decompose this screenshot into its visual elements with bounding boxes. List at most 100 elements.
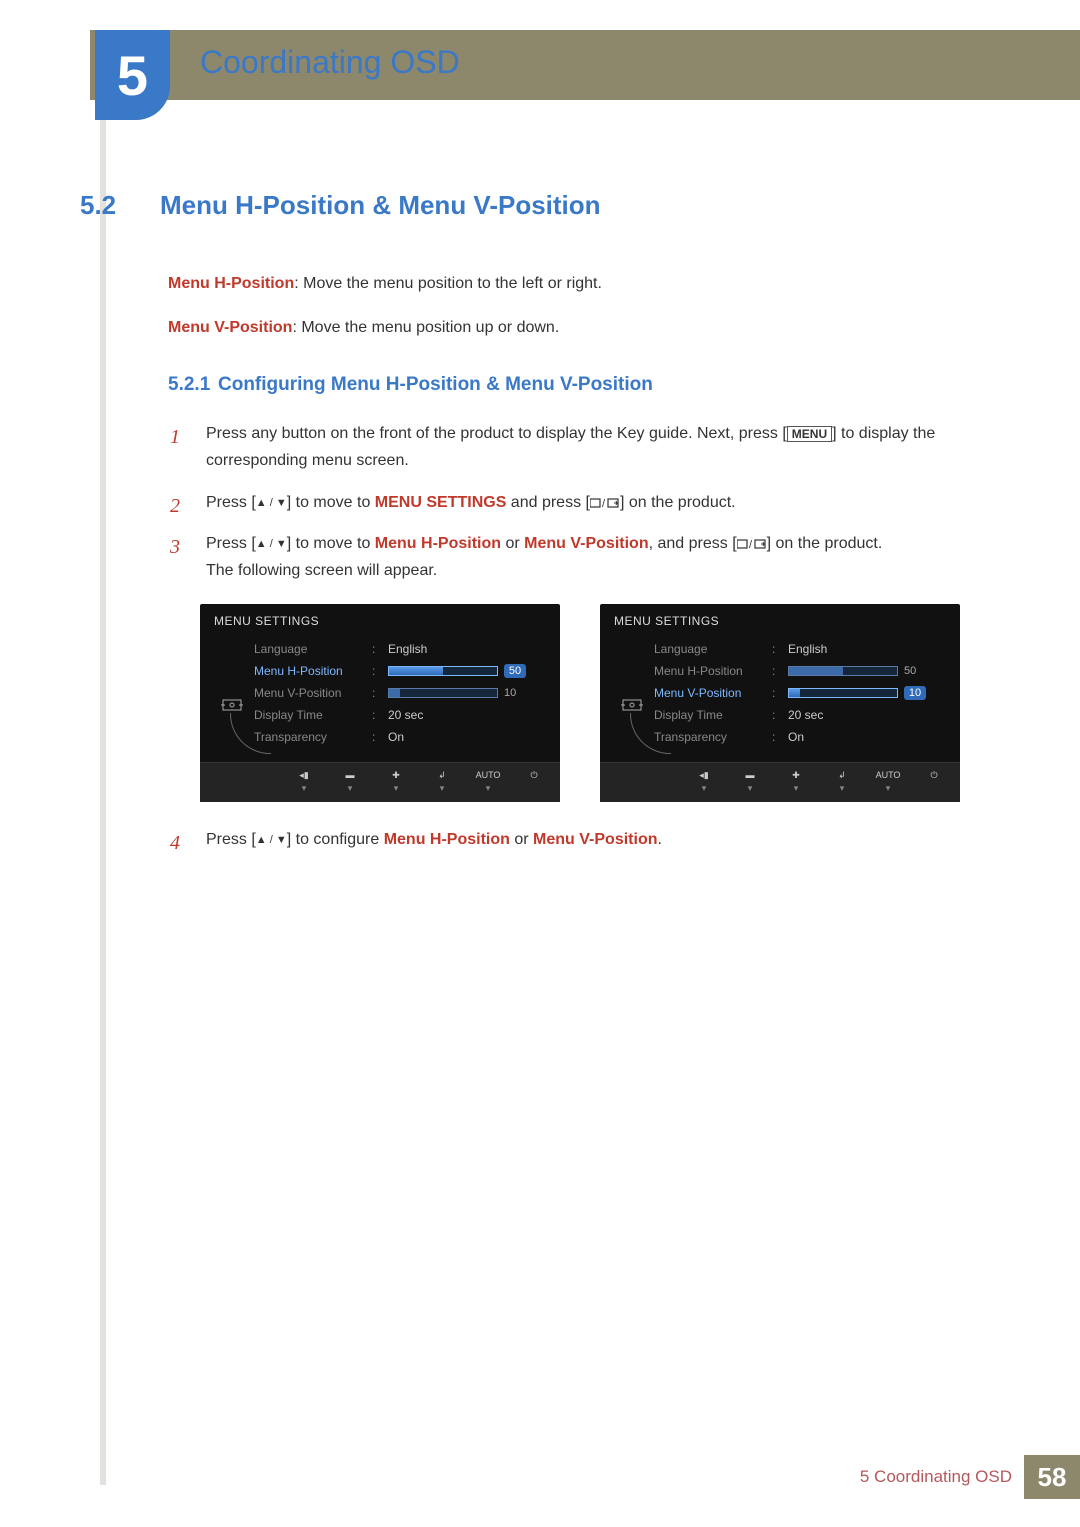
step-4-t1: Menu H-Position <box>384 831 510 848</box>
colon: : <box>772 664 780 678</box>
step-4-post: . <box>658 831 662 848</box>
osd-label: Menu V-Position <box>254 686 364 700</box>
step-3-post: ] on the product. <box>767 535 883 552</box>
step-2: 2 Press [▲ / ▼] to move to MENU SETTINGS… <box>170 489 1020 516</box>
section-title: 5.2Menu H-Position & Menu V-Position <box>80 190 1020 221</box>
step-num: 2 <box>170 489 180 523</box>
step-4-or: or <box>510 831 533 848</box>
osd-label: Language <box>654 642 764 656</box>
osd-footer-enter-icon: ↲▾ <box>428 769 456 794</box>
osd-value: English <box>788 642 827 656</box>
step-num: 4 <box>170 826 180 860</box>
step-3: 3 Press [▲ / ▼] to move to Menu H-Positi… <box>170 530 1020 584</box>
step-2-mid: ] to move to <box>287 494 375 511</box>
desc-v-position: Menu V-Position: Move the menu position … <box>168 315 1020 341</box>
osd-row-h-position: Menu H-Position : 50 <box>254 660 550 682</box>
osd-slider-value: 50 <box>504 664 526 678</box>
steps-list-continued: 4 Press [▲ / ▼] to configure Menu H-Posi… <box>170 826 1020 853</box>
osd-footer-minus-icon: ▬▾ <box>336 769 364 794</box>
osd-label: Language <box>254 642 364 656</box>
osd-footer-power-icon: ⏻ <box>520 769 548 794</box>
menu-key: MENU <box>787 426 832 442</box>
osd-slider <box>388 688 498 698</box>
osd-footer-plus-icon: ✚▾ <box>382 769 410 794</box>
step-4-t2: Menu V-Position <box>533 831 657 848</box>
up-down-icon: ▲ / ▼ <box>256 497 287 509</box>
colon: : <box>372 664 380 678</box>
osd-footer-back-icon: ◂▮▾ <box>290 769 318 794</box>
osd-footer-auto: AUTO▾ <box>874 769 902 794</box>
step-2-post: ] on the product. <box>620 494 736 511</box>
osd-row-v-position: Menu V-Position : 10 <box>254 682 550 704</box>
colon: : <box>372 686 380 700</box>
step-1-pre: Press any button on the front of the pro… <box>206 425 787 442</box>
osd-value: 20 sec <box>788 708 823 722</box>
up-down-icon: ▲ / ▼ <box>256 538 287 550</box>
section-number: 5.2 <box>80 190 160 221</box>
step-2-target: MENU SETTINGS <box>375 494 507 511</box>
osd-label: Menu H-Position <box>654 664 764 678</box>
osd-slider <box>788 666 898 676</box>
step-3-or: or <box>501 535 524 552</box>
step-2-mid2: and press [ <box>506 494 590 511</box>
osd-side-icon <box>610 638 654 748</box>
step-3-line2: The following screen will appear. <box>206 562 437 579</box>
osd-slider-value: 50 <box>904 665 926 677</box>
osd-panel-h: MENU SETTINGS Language : English Menu H-… <box>200 604 560 802</box>
steps-list: 1 Press any button on the front of the p… <box>170 420 1020 584</box>
monitor-icon <box>221 698 243 714</box>
desc-h-label: Menu H-Position <box>168 275 294 292</box>
step-2-pre: Press [ <box>206 494 256 511</box>
step-3-pre: Press [ <box>206 535 256 552</box>
osd-footer-plus-icon: ✚▾ <box>782 769 810 794</box>
osd-slider-value: 10 <box>504 687 526 699</box>
step-3-mid: ] to move to <box>287 535 375 552</box>
osd-header: MENU SETTINGS <box>200 604 560 634</box>
osd-footer-auto: AUTO▾ <box>474 769 502 794</box>
osd-screenshots: MENU SETTINGS Language : English Menu H-… <box>200 604 1020 802</box>
osd-row-display-time: Display Time : 20 sec <box>254 704 550 726</box>
enter-source-icon: / <box>590 494 620 511</box>
colon: : <box>372 730 380 744</box>
osd-footer-power-icon: ⏻ <box>920 769 948 794</box>
page-footer: 5 Coordinating OSD 58 <box>860 1455 1080 1499</box>
chapter-title: Coordinating OSD <box>200 44 460 81</box>
up-down-icon: ▲ / ▼ <box>256 834 287 846</box>
osd-footer-enter-icon: ↲▾ <box>828 769 856 794</box>
osd-value: English <box>388 642 427 656</box>
step-4-mid: ] to configure <box>287 831 384 848</box>
osd-row-language: Language : English <box>654 638 950 660</box>
osd-slider-value: 10 <box>904 686 926 700</box>
desc-h-position: Menu H-Position: Move the menu position … <box>168 271 1020 297</box>
chapter-number-tab: 5 <box>95 30 170 120</box>
osd-row-transparency: Transparency : On <box>254 726 550 748</box>
colon: : <box>772 708 780 722</box>
colon: : <box>772 642 780 656</box>
step-num: 1 <box>170 420 180 454</box>
svg-text:/: / <box>749 539 753 550</box>
svg-text:/: / <box>602 498 606 509</box>
osd-header: MENU SETTINGS <box>600 604 960 634</box>
osd-value: On <box>788 730 804 744</box>
subsection-title-text: Configuring Menu H-Position & Menu V-Pos… <box>218 374 653 395</box>
step-3-mid2: , and press [ <box>649 535 737 552</box>
subsection-number: 5.2.1 <box>168 374 218 396</box>
desc-h-text: : Move the menu position to the left or … <box>294 275 602 292</box>
colon: : <box>772 730 780 744</box>
page-number: 58 <box>1024 1455 1080 1499</box>
step-4-pre: Press [ <box>206 831 256 848</box>
osd-slider <box>788 688 898 698</box>
subsection-title: 5.2.1Configuring Menu H-Position & Menu … <box>168 374 1020 396</box>
osd-value: 20 sec <box>388 708 423 722</box>
osd-footer-back-icon: ◂▮▾ <box>690 769 718 794</box>
step-3-t2: Menu V-Position <box>524 535 648 552</box>
osd-row-v-position: Menu V-Position : 10 <box>654 682 950 704</box>
osd-row-language: Language : English <box>254 638 550 660</box>
monitor-icon <box>621 698 643 714</box>
osd-panel-v: MENU SETTINGS Language : English Menu H-… <box>600 604 960 802</box>
desc-v-text: : Move the menu position up or down. <box>292 319 559 336</box>
osd-label: Menu H-Position <box>254 664 364 678</box>
colon: : <box>372 642 380 656</box>
enter-source-icon: / <box>737 535 767 552</box>
osd-row-transparency: Transparency : On <box>654 726 950 748</box>
